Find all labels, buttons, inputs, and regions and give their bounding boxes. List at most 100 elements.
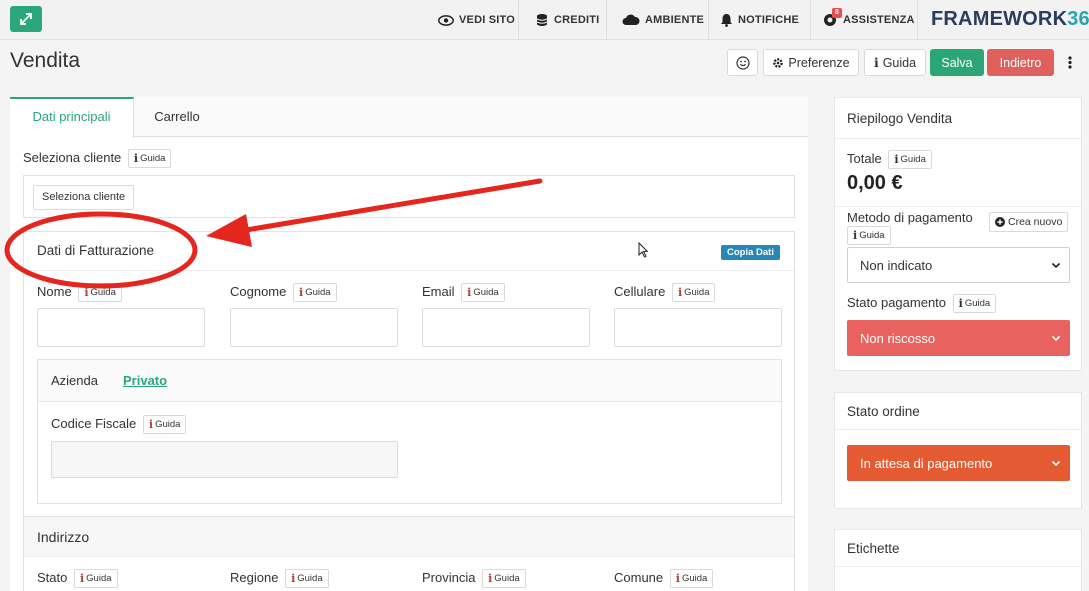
chevron-down-icon (1051, 460, 1061, 467)
nome-input[interactable] (37, 308, 205, 347)
info-icon: i (853, 229, 858, 242)
customer-type-card: Azienda Privato Codice Fiscale i Guida (37, 359, 782, 504)
guide-badge[interactable]: i Guida (669, 569, 714, 588)
field-label: Nome (37, 283, 72, 299)
notification-badge: 8 (832, 8, 842, 18)
payment-status-header: Stato pagamento i Guida (847, 294, 997, 313)
field-label: Comune (614, 569, 664, 585)
nav-assistenza[interactable]: 8 ASSISTENZA (823, 0, 915, 40)
info-icon: i (873, 55, 879, 70)
divider (835, 429, 1081, 430)
total-label: Totale (847, 150, 882, 166)
address-card: Indirizzo Stato i Guida Regione i Guida Pr… (23, 516, 795, 591)
tab-azienda[interactable]: Azienda (51, 373, 98, 388)
preferences-button[interactable]: Preferenze (763, 49, 859, 76)
back-button[interactable]: Indietro (987, 49, 1054, 76)
info-icon: i (675, 572, 680, 585)
info-icon: i (133, 152, 139, 165)
field-cognome-header: Cognome i Guida (230, 283, 337, 302)
guide-label: Guida (882, 55, 917, 70)
divider (606, 0, 607, 40)
preferences-label: Preferenze (788, 55, 850, 70)
nav-notifiche[interactable]: NOTIFICHE (720, 0, 799, 40)
tags-title: Etichette (847, 541, 900, 556)
save-button[interactable]: Salva (930, 49, 984, 76)
tab-privato[interactable]: Privato (123, 373, 167, 388)
tags-card: Etichette (834, 529, 1082, 591)
coins-icon (536, 14, 548, 26)
nav-label: CREDITI (554, 14, 600, 26)
fiscal-code-input[interactable] (51, 441, 398, 478)
select-client-button[interactable]: Seleziona cliente (33, 185, 135, 210)
guide-badge[interactable]: i Guida (847, 226, 891, 245)
field-label: Cognome (230, 283, 287, 299)
guide-badge[interactable]: i Guida (78, 283, 122, 302)
tab-dati-principali[interactable]: Dati principali (10, 97, 134, 138)
tab-bar: Dati principali Carrello (10, 97, 808, 138)
nav-label: AMBIENTE (645, 14, 705, 26)
guide-badge[interactable]: i Guida (482, 569, 526, 588)
info-icon: i (148, 418, 154, 431)
field-comune-header: Comune i Guida (614, 569, 714, 588)
tab-carrello[interactable]: Carrello (134, 97, 220, 137)
cellulare-input[interactable] (614, 308, 782, 347)
top-bar: VEDI SITO CREDITI AMBIENTE NOTIFICHE 8 A… (0, 0, 1089, 40)
divider (835, 566, 1081, 567)
field-email-header: Email i Guida (422, 283, 505, 302)
guide-badge[interactable]: i Guida (888, 150, 932, 169)
eye-icon (438, 14, 454, 26)
nav-vedi-sito[interactable]: VEDI SITO (438, 0, 515, 40)
sale-summary-card: Riepilogo Vendita Totale i Guida 0,00 € M… (834, 97, 1082, 371)
chevron-down-icon (1051, 335, 1061, 342)
info-icon: i (467, 286, 472, 299)
payment-method-select[interactable]: Non indicato (847, 247, 1070, 283)
guide-button[interactable]: i Guida (864, 49, 926, 76)
payment-status-select[interactable]: Non riscosso (847, 320, 1070, 356)
nav-crediti[interactable]: CREDITI (535, 0, 599, 40)
guide-badge[interactable]: i Guida (73, 569, 118, 588)
field-label: Provincia (422, 569, 476, 585)
info-icon: i (79, 572, 85, 585)
cloud-icon (622, 14, 640, 25)
info-icon: i (84, 286, 89, 299)
create-new-button[interactable]: Crea nuovo (989, 212, 1069, 232)
payment-status-label: Stato pagamento (847, 294, 947, 310)
info-icon: i (894, 153, 899, 166)
address-header (24, 517, 794, 557)
client-field-header: Seleziona cliente i Guida (23, 149, 172, 168)
more-options-button[interactable] (1058, 49, 1082, 76)
field-provincia-header: Provincia i Guida (422, 569, 526, 588)
feedback-button[interactable] (727, 49, 758, 76)
guide-badge[interactable]: i Guida (285, 569, 329, 588)
info-icon: i (958, 297, 963, 310)
expand-button[interactable] (10, 6, 42, 32)
billing-title: Dati di Fatturazione (37, 243, 155, 258)
main-panel: Dati principali Carrello Seleziona clien… (10, 97, 808, 591)
copy-data-button[interactable]: Copia Dati (721, 245, 780, 260)
guide-badge[interactable]: i Guida (461, 283, 505, 302)
divider (810, 0, 811, 40)
guide-badge[interactable]: i Guida (293, 283, 337, 302)
guide-badge[interactable]: i Guida (671, 283, 716, 302)
guide-badge[interactable]: i Guida (142, 415, 187, 434)
brand-logo: FRAMEWORK360 (931, 8, 1089, 30)
divider (708, 0, 709, 40)
nav-ambiente[interactable]: AMBIENTE (622, 0, 704, 40)
bell-icon (721, 14, 732, 27)
order-status-select[interactable]: In attesa di pagamento (847, 445, 1070, 481)
field-label: Stato (37, 569, 68, 585)
payment-method-label: Metodo di pagamento (847, 210, 973, 225)
order-status-title: Stato ordine (847, 404, 920, 419)
guide-badge[interactable]: i Guida (952, 294, 997, 313)
email-input[interactable] (422, 308, 590, 347)
divider (518, 0, 519, 40)
client-box: Seleziona cliente (23, 175, 795, 218)
nav-label: VEDI SITO (459, 14, 515, 26)
cognome-input[interactable] (230, 308, 398, 347)
field-nome-header: Nome i Guida (37, 283, 122, 302)
info-icon: i (299, 286, 304, 299)
total-header: Totale i Guida (847, 150, 932, 169)
guide-badge[interactable]: i Guida (127, 149, 172, 168)
chevron-down-icon (1051, 262, 1061, 269)
field-label: Cellulare (614, 283, 666, 299)
